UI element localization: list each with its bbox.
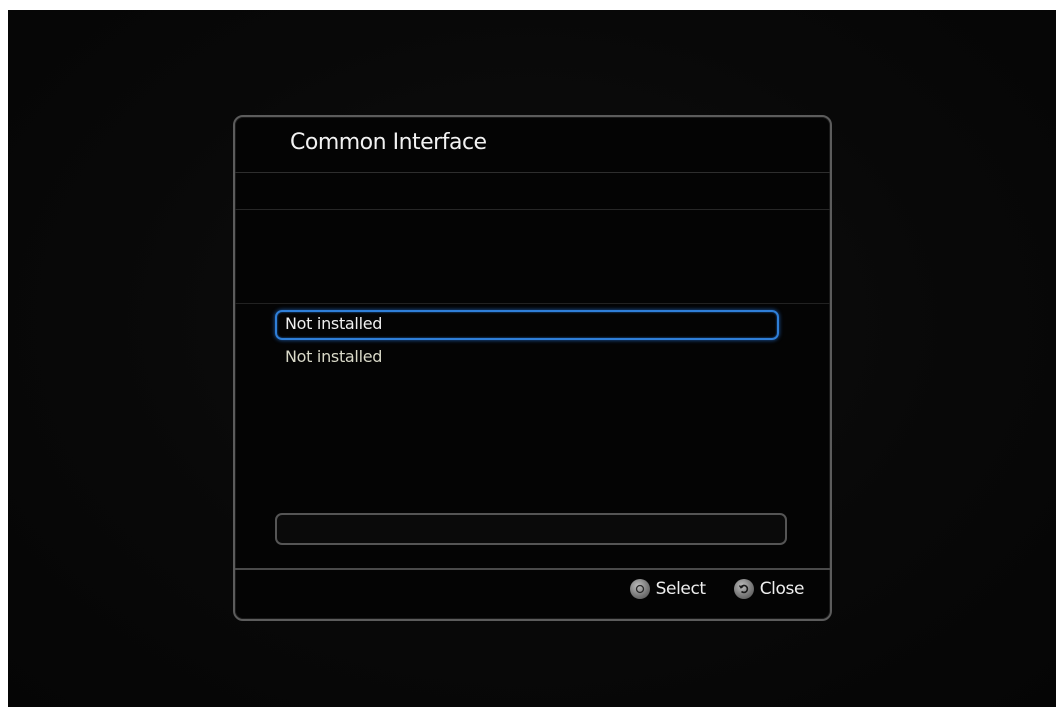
common-interface-dialog: Common Interface Not installed Not insta… <box>233 115 832 621</box>
footer-hints: Select Close <box>629 579 805 599</box>
ci-slot-1[interactable]: Not installed <box>275 310 779 340</box>
ci-slot-2[interactable]: Not installed <box>275 344 779 374</box>
select-label: Select <box>655 579 706 599</box>
title-divider <box>235 172 830 173</box>
slot-2-status: Not installed <box>285 347 383 366</box>
dialog-title: Common Interface <box>290 130 487 155</box>
list-divider <box>235 303 830 304</box>
close-hint[interactable]: Close <box>733 579 805 599</box>
return-arrow-icon <box>733 579 754 599</box>
slot-1-status: Not installed <box>285 314 383 333</box>
select-hint[interactable]: Select <box>629 579 706 599</box>
tv-screen: Common Interface Not installed Not insta… <box>8 10 1056 707</box>
footer-divider <box>235 568 830 570</box>
header-divider <box>235 209 830 210</box>
ok-button-icon <box>629 579 650 599</box>
close-label: Close <box>759 579 805 599</box>
message-bar <box>275 513 787 545</box>
ci-slot-list: Not installed Not installed <box>275 310 779 378</box>
